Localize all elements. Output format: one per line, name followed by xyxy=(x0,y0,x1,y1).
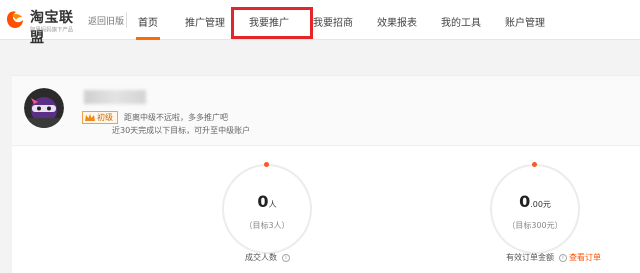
nav-promotion-management[interactable]: 推广管理 xyxy=(185,14,225,29)
level-target-tip: 近30天完成以下目标，可升至中级账户 xyxy=(112,126,251,135)
stat-unit: 人 xyxy=(268,200,277,209)
level-tip: 距离中级不远啦，多多推广吧 xyxy=(124,113,228,122)
highlight-annotation-box xyxy=(231,7,313,39)
nav-my-tools[interactable]: 我的工具 xyxy=(441,14,481,29)
dashboard-card: 初级 距离中级不远啦，多多推广吧 近30天完成以下目标，可升至中级账户 0人 （… xyxy=(12,75,640,273)
progress-dot xyxy=(532,162,537,167)
info-icon[interactable]: i xyxy=(282,253,290,262)
stat-target: （目标3人） xyxy=(244,221,290,230)
stat-number: 0 xyxy=(519,192,531,211)
stat-valid-order-amount: 0.00元 （目标300元） xyxy=(490,162,580,254)
nav-account-management[interactable]: 账户管理 xyxy=(505,14,545,29)
stat-unit: .00元 xyxy=(530,200,551,209)
logo-subtitle: 阿里妈妈旗下产品 xyxy=(30,26,74,34)
ninja-avatar-icon xyxy=(24,88,64,128)
stat-label-text: 成交人数 xyxy=(245,253,277,262)
nav-home[interactable]: 首页 xyxy=(138,14,158,29)
stat-deal-count-label: 成交人数 i xyxy=(245,252,290,263)
level-label: 初级 xyxy=(97,113,113,122)
stat-target: （目标300元） xyxy=(507,221,563,230)
level-badge: 初级 xyxy=(82,111,118,124)
active-nav-indicator xyxy=(136,37,160,40)
taobao-union-logo[interactable]: 淘宝联盟 阿里妈妈旗下产品 xyxy=(4,6,84,46)
view-orders-link[interactable]: 查看订单 xyxy=(569,252,601,263)
info-icon[interactable]: i xyxy=(559,253,567,262)
nav-i-want-to-recruit[interactable]: 我要招商 xyxy=(313,14,353,29)
top-nav-bar: 淘宝联盟 阿里妈妈旗下产品 返回旧版 首页 推广管理 我要推广 我要招商 效果报… xyxy=(0,0,640,46)
logo-mark-icon xyxy=(7,11,23,28)
progress-dot xyxy=(264,162,269,167)
nav-performance-reports[interactable]: 效果报表 xyxy=(377,14,417,29)
header-divider xyxy=(126,12,127,28)
stat-value: 0.00元 xyxy=(490,192,580,211)
username-redacted xyxy=(84,90,146,104)
profile-section: 初级 距离中级不远啦，多多推广吧 近30天完成以下目标，可升至中级账户 xyxy=(12,76,640,146)
stat-label-text: 有效订单金额 xyxy=(506,253,554,262)
back-to-old-version-link[interactable]: 返回旧版 xyxy=(88,14,124,27)
crown-icon xyxy=(85,114,95,121)
avatar[interactable] xyxy=(24,88,64,128)
stat-value: 0人 xyxy=(222,192,312,211)
stat-number: 0 xyxy=(257,192,269,211)
stat-valid-order-amount-label: 有效订单金额 i xyxy=(506,252,567,263)
stat-deal-count: 0人 （目标3人） xyxy=(222,162,312,254)
